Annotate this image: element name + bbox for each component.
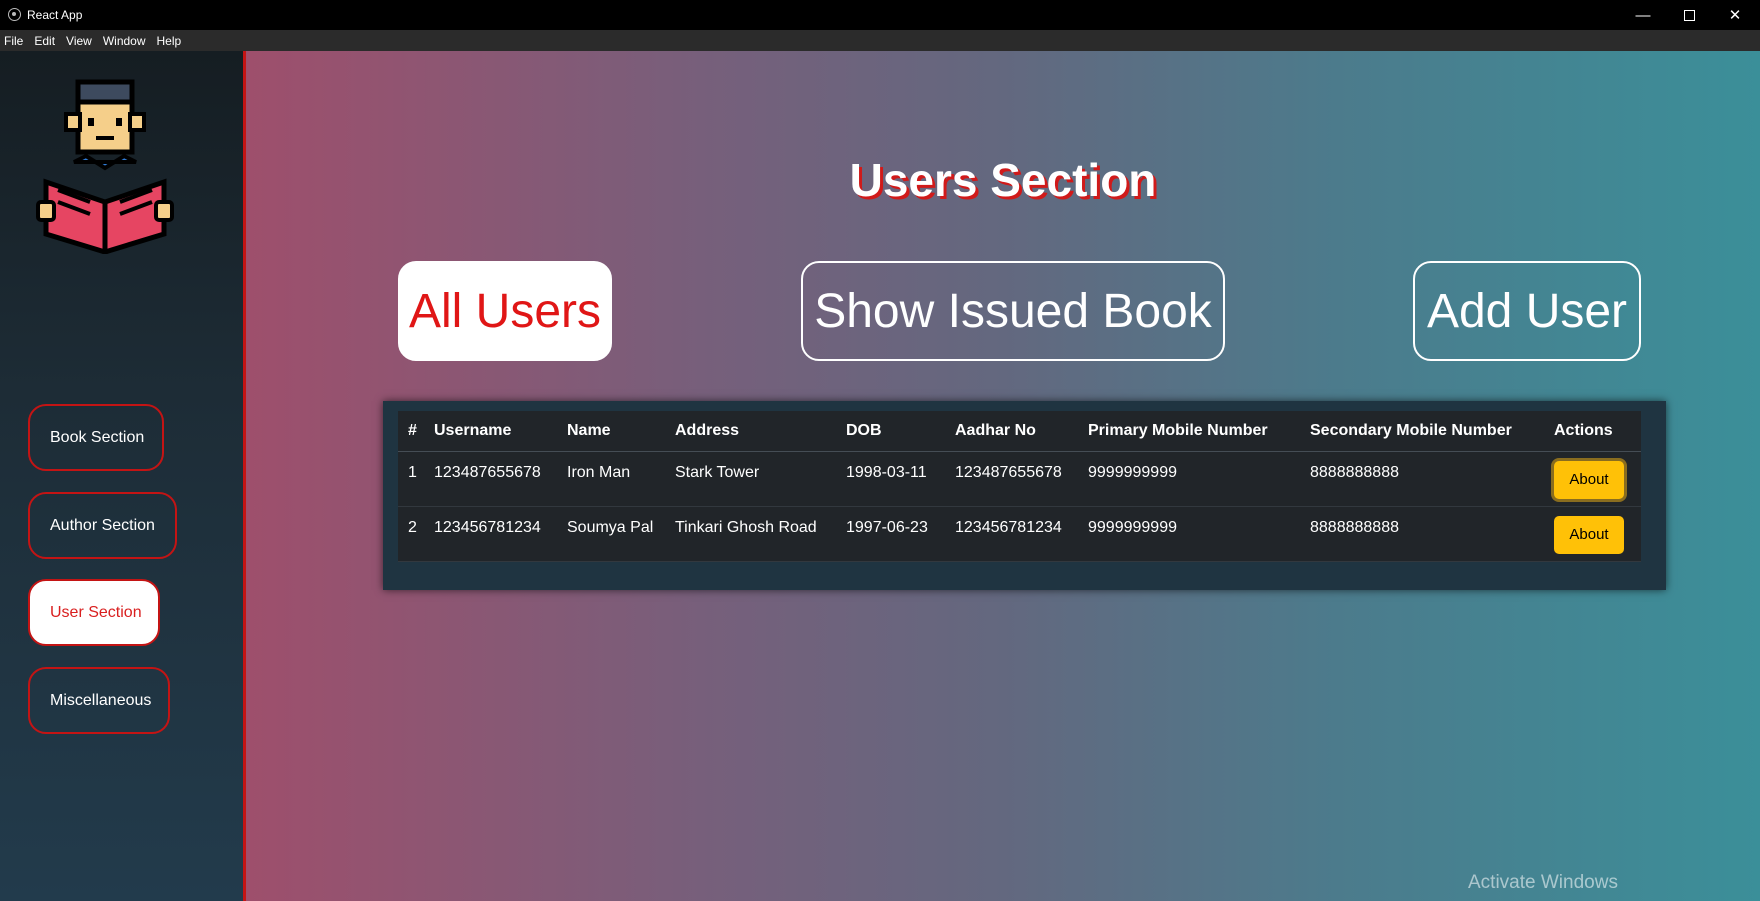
cell-secondary-mobile: 8888888888 bbox=[1300, 451, 1544, 507]
cell-dob: 1997-06-23 bbox=[836, 506, 945, 562]
table-header-row: # Username Name Address DOB Aadhar No Pr… bbox=[398, 411, 1641, 452]
add-user-button[interactable]: Add User bbox=[1413, 261, 1641, 361]
menu-file[interactable]: File bbox=[4, 34, 23, 48]
minimize-button[interactable]: — bbox=[1620, 0, 1666, 30]
col-header-actions: Actions bbox=[1544, 411, 1641, 452]
table-row: 2 123456781234 Soumya Pal Tinkari Ghosh … bbox=[398, 506, 1641, 562]
col-header-primary-mobile: Primary Mobile Number bbox=[1078, 411, 1300, 452]
maximize-button[interactable] bbox=[1666, 0, 1712, 30]
col-header-name: Name bbox=[557, 411, 665, 452]
cell-primary-mobile: 9999999999 bbox=[1078, 451, 1300, 507]
cell-address: Tinkari Ghosh Road bbox=[665, 506, 836, 562]
about-button[interactable]: About bbox=[1554, 460, 1624, 499]
all-users-button[interactable]: All Users bbox=[398, 261, 612, 361]
cell-index: 2 bbox=[398, 506, 424, 562]
table-row: 1 123487655678 Iron Man Stark Tower 1998… bbox=[398, 451, 1641, 507]
col-header-dob: DOB bbox=[836, 411, 945, 452]
col-header-address: Address bbox=[665, 411, 836, 452]
show-issued-book-button[interactable]: Show Issued Book bbox=[801, 261, 1225, 361]
cell-actions: About bbox=[1544, 451, 1641, 507]
maximize-icon bbox=[1683, 9, 1695, 21]
sidebar: Book Section Author Section User Section… bbox=[0, 51, 246, 901]
close-icon: ✕ bbox=[1728, 7, 1742, 24]
sidebar-item-miscellaneous[interactable]: Miscellaneous bbox=[28, 667, 170, 734]
users-table-card: # Username Name Address DOB Aadhar No Pr… bbox=[383, 401, 1666, 590]
menu-bar: File Edit View Window Help bbox=[0, 30, 1760, 51]
cell-name: Soumya Pal bbox=[557, 506, 665, 562]
menu-window[interactable]: Window bbox=[103, 34, 146, 48]
cell-index: 1 bbox=[398, 451, 424, 507]
minimize-icon: — bbox=[1635, 6, 1651, 24]
cell-aadhar: 123456781234 bbox=[945, 506, 1078, 562]
col-header-index: # bbox=[398, 411, 424, 452]
col-header-aadhar: Aadhar No bbox=[945, 411, 1078, 452]
menu-help[interactable]: Help bbox=[157, 34, 182, 48]
window-title: React App bbox=[27, 8, 83, 22]
users-table: # Username Name Address DOB Aadhar No Pr… bbox=[398, 411, 1641, 562]
sidebar-item-author-section[interactable]: Author Section bbox=[28, 492, 177, 559]
menu-edit[interactable]: Edit bbox=[34, 34, 55, 48]
cell-address: Stark Tower bbox=[665, 451, 836, 507]
close-button[interactable]: ✕ bbox=[1712, 0, 1758, 30]
main-content: Users Section All Users Show Issued Book… bbox=[246, 51, 1760, 901]
sidebar-item-book-section[interactable]: Book Section bbox=[28, 404, 164, 471]
cell-username: 123487655678 bbox=[424, 451, 557, 507]
title-bar: React App — ✕ bbox=[0, 0, 1760, 30]
activate-windows-watermark: Activate Windows bbox=[1468, 872, 1618, 893]
cell-name: Iron Man bbox=[557, 451, 665, 507]
cell-username: 123456781234 bbox=[424, 506, 557, 562]
cell-aadhar: 123487655678 bbox=[945, 451, 1078, 507]
cell-secondary-mobile: 8888888888 bbox=[1300, 506, 1544, 562]
cell-primary-mobile: 9999999999 bbox=[1078, 506, 1300, 562]
cell-dob: 1998-03-11 bbox=[836, 451, 945, 507]
electron-app-icon bbox=[8, 8, 21, 21]
page-title: Users Section bbox=[849, 154, 1157, 206]
col-header-username: Username bbox=[424, 411, 557, 452]
cell-actions: About bbox=[1544, 506, 1641, 562]
menu-view[interactable]: View bbox=[66, 34, 92, 48]
about-button[interactable]: About bbox=[1554, 515, 1624, 554]
sidebar-item-user-section[interactable]: User Section bbox=[28, 579, 160, 646]
col-header-secondary-mobile: Secondary Mobile Number bbox=[1300, 411, 1544, 452]
reader-logo-icon bbox=[36, 79, 174, 254]
